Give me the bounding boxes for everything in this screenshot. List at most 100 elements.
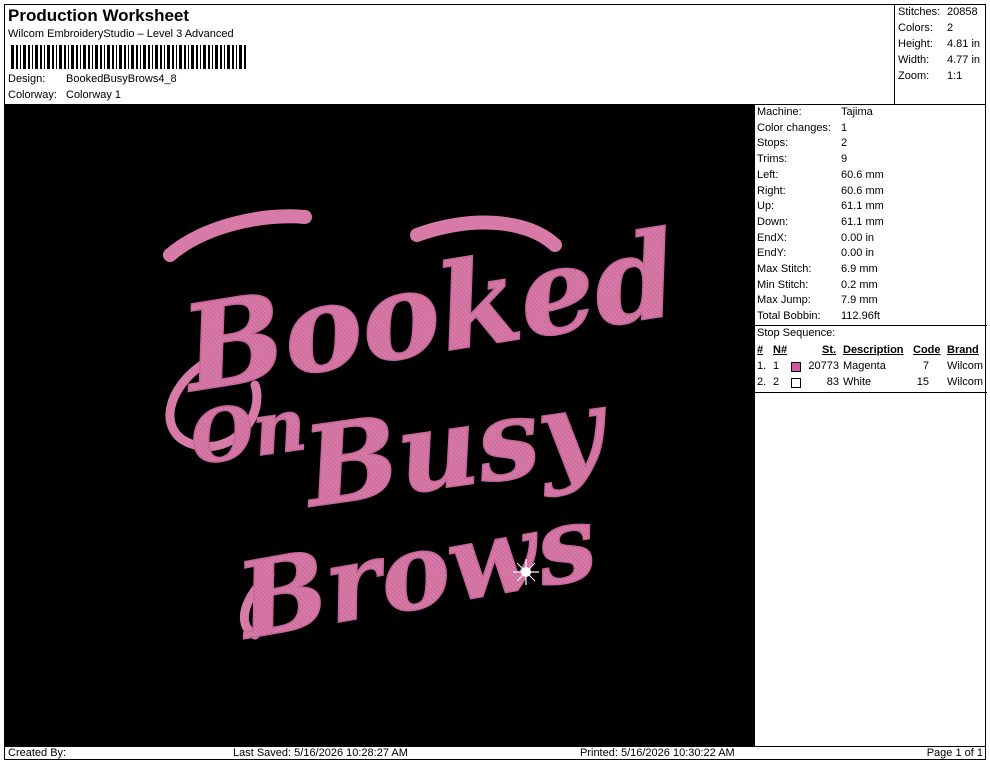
col-header-needle: N# (773, 344, 788, 356)
page-title: Production Worksheet (8, 6, 190, 25)
divider (755, 392, 987, 393)
info-row: Left: 60.6 mm (757, 169, 884, 181)
colors-row: Colors: 2 (898, 22, 953, 34)
last-saved: Last Saved: 5/16/2026 10:28:27 AM (233, 747, 408, 759)
embroidery-design-artwork: Booked On Busy Brows (163, 203, 687, 664)
col-header-code: Code (913, 344, 941, 356)
color-swatch (791, 362, 801, 372)
barcode-bar (35, 45, 38, 69)
info-row: Max Jump: 7.9 mm (757, 294, 878, 306)
stop-brand: Wilcom (947, 376, 984, 388)
barcode-bar (184, 45, 186, 69)
stop-row: 2. 2 83 White 15 Wilcom (755, 375, 987, 391)
stop-index: 1. (757, 360, 767, 372)
barcode-bar (131, 45, 134, 69)
info-label: Max Stitch: (757, 263, 812, 275)
info-value: 0.00 in (841, 231, 875, 244)
info-value: 7.9 mm (841, 294, 878, 307)
barcode-bar (47, 45, 50, 69)
info-label: Left: (757, 168, 779, 181)
stop-table-header: # N# St. Description Code Brand (755, 343, 987, 359)
barcode-bar (28, 45, 30, 69)
barcode-bar (140, 45, 141, 69)
barcode-bar (44, 45, 45, 69)
barcode-bar (148, 45, 150, 69)
production-worksheet: Production Worksheet Wilcom EmbroiderySt… (4, 4, 987, 760)
design-value: BookedBusyBrows4_8 (66, 73, 177, 85)
colors-label: Colors: (898, 22, 933, 34)
barcode-bar (128, 45, 129, 69)
info-label: Color changes: (757, 121, 831, 134)
info-label: Right: (757, 184, 786, 197)
barcode-bar (143, 45, 146, 69)
stop-sequence-label: Stop Sequence: (757, 327, 836, 339)
stitches-row: Stitches: 20858 (898, 6, 978, 18)
color-swatch (791, 378, 801, 388)
stop-description: White (843, 376, 872, 388)
stop-brand: Wilcom (947, 360, 984, 372)
barcode-bar (64, 45, 66, 69)
barcode-bar (16, 45, 18, 69)
stitches-value: 20858 (947, 6, 978, 18)
height-row: Height: 4.81 in (898, 38, 980, 50)
barcode-bar (172, 45, 174, 69)
barcode-bar (179, 45, 182, 69)
barcode-bar (71, 45, 74, 69)
width-label: Width: (898, 54, 930, 66)
barcode-bar (116, 45, 117, 69)
info-row: Color changes: 1 (757, 122, 847, 134)
stop-stitch-count: 20773 (808, 360, 839, 372)
stop-description: Magenta (843, 360, 886, 372)
width-value: 4.77 in (947, 54, 981, 66)
worksheet-header: Production Worksheet Wilcom EmbroiderySt… (5, 5, 895, 104)
barcode-bar (160, 45, 162, 69)
app-name: Wilcom EmbroideryStudio – Level 3 Advanc… (8, 28, 234, 40)
info-value: 60.6 mm (841, 168, 884, 181)
design-preview: Booked On Busy Brows (5, 104, 754, 746)
width-row: Width: 4.77 in (898, 54, 980, 66)
info-label: Min Stitch: (757, 278, 809, 291)
printed-date: Printed: 5/16/2026 10:30:22 AM (580, 747, 735, 759)
barcode-bar (164, 45, 165, 69)
info-value: 61.1 mm (841, 200, 884, 213)
info-value: 0.2 mm (841, 278, 878, 291)
page-number: Page 1 of 1 (926, 747, 983, 759)
barcode-bar (227, 45, 230, 69)
info-label: EndX: (757, 231, 787, 244)
barcode-bar (68, 45, 69, 69)
barcode-bar (124, 45, 126, 69)
info-value: 61.1 mm (841, 215, 884, 228)
barcode-bar (191, 45, 194, 69)
info-row: EndX: 0.00 in (757, 232, 874, 244)
colorway-row: Colorway: Colorway 1 (8, 89, 121, 101)
barcode-bar (236, 45, 237, 69)
info-row: Max Stitch: 6.9 mm (757, 263, 878, 275)
stop-stitch-count: 83 (826, 376, 839, 388)
info-value: 9 (841, 153, 848, 166)
barcode-bar (232, 45, 234, 69)
info-value: 0.00 in (841, 247, 875, 260)
barcode-bar (196, 45, 198, 69)
zoom-label: Zoom: (898, 70, 930, 82)
zoom-value: 1:1 (947, 70, 963, 82)
barcode-bar (215, 45, 218, 69)
info-row: Min Stitch: 0.2 mm (757, 279, 878, 291)
stitches-label: Stitches: (898, 6, 941, 18)
created-by: Created By: (8, 747, 67, 759)
colorway-value: Colorway 1 (66, 89, 122, 101)
barcode-bar (152, 45, 153, 69)
barcode-bar (155, 45, 158, 69)
barcode-bar (95, 45, 98, 69)
barcode-bar (23, 45, 26, 69)
info-row: Up: 61.1 mm (757, 200, 884, 212)
barcode-bar (88, 45, 90, 69)
worksheet-footer: Created By: Last Saved: 5/16/2026 10:28:… (5, 746, 986, 760)
barcode-bar (52, 45, 54, 69)
barcode-bar (40, 45, 42, 69)
info-row: Machine: Tajima (757, 106, 873, 118)
barcode-bar (76, 45, 78, 69)
divider (755, 325, 987, 326)
top-left-swash (163, 209, 312, 262)
stop-code: 15 (916, 376, 929, 388)
info-value: 1 (841, 121, 848, 134)
